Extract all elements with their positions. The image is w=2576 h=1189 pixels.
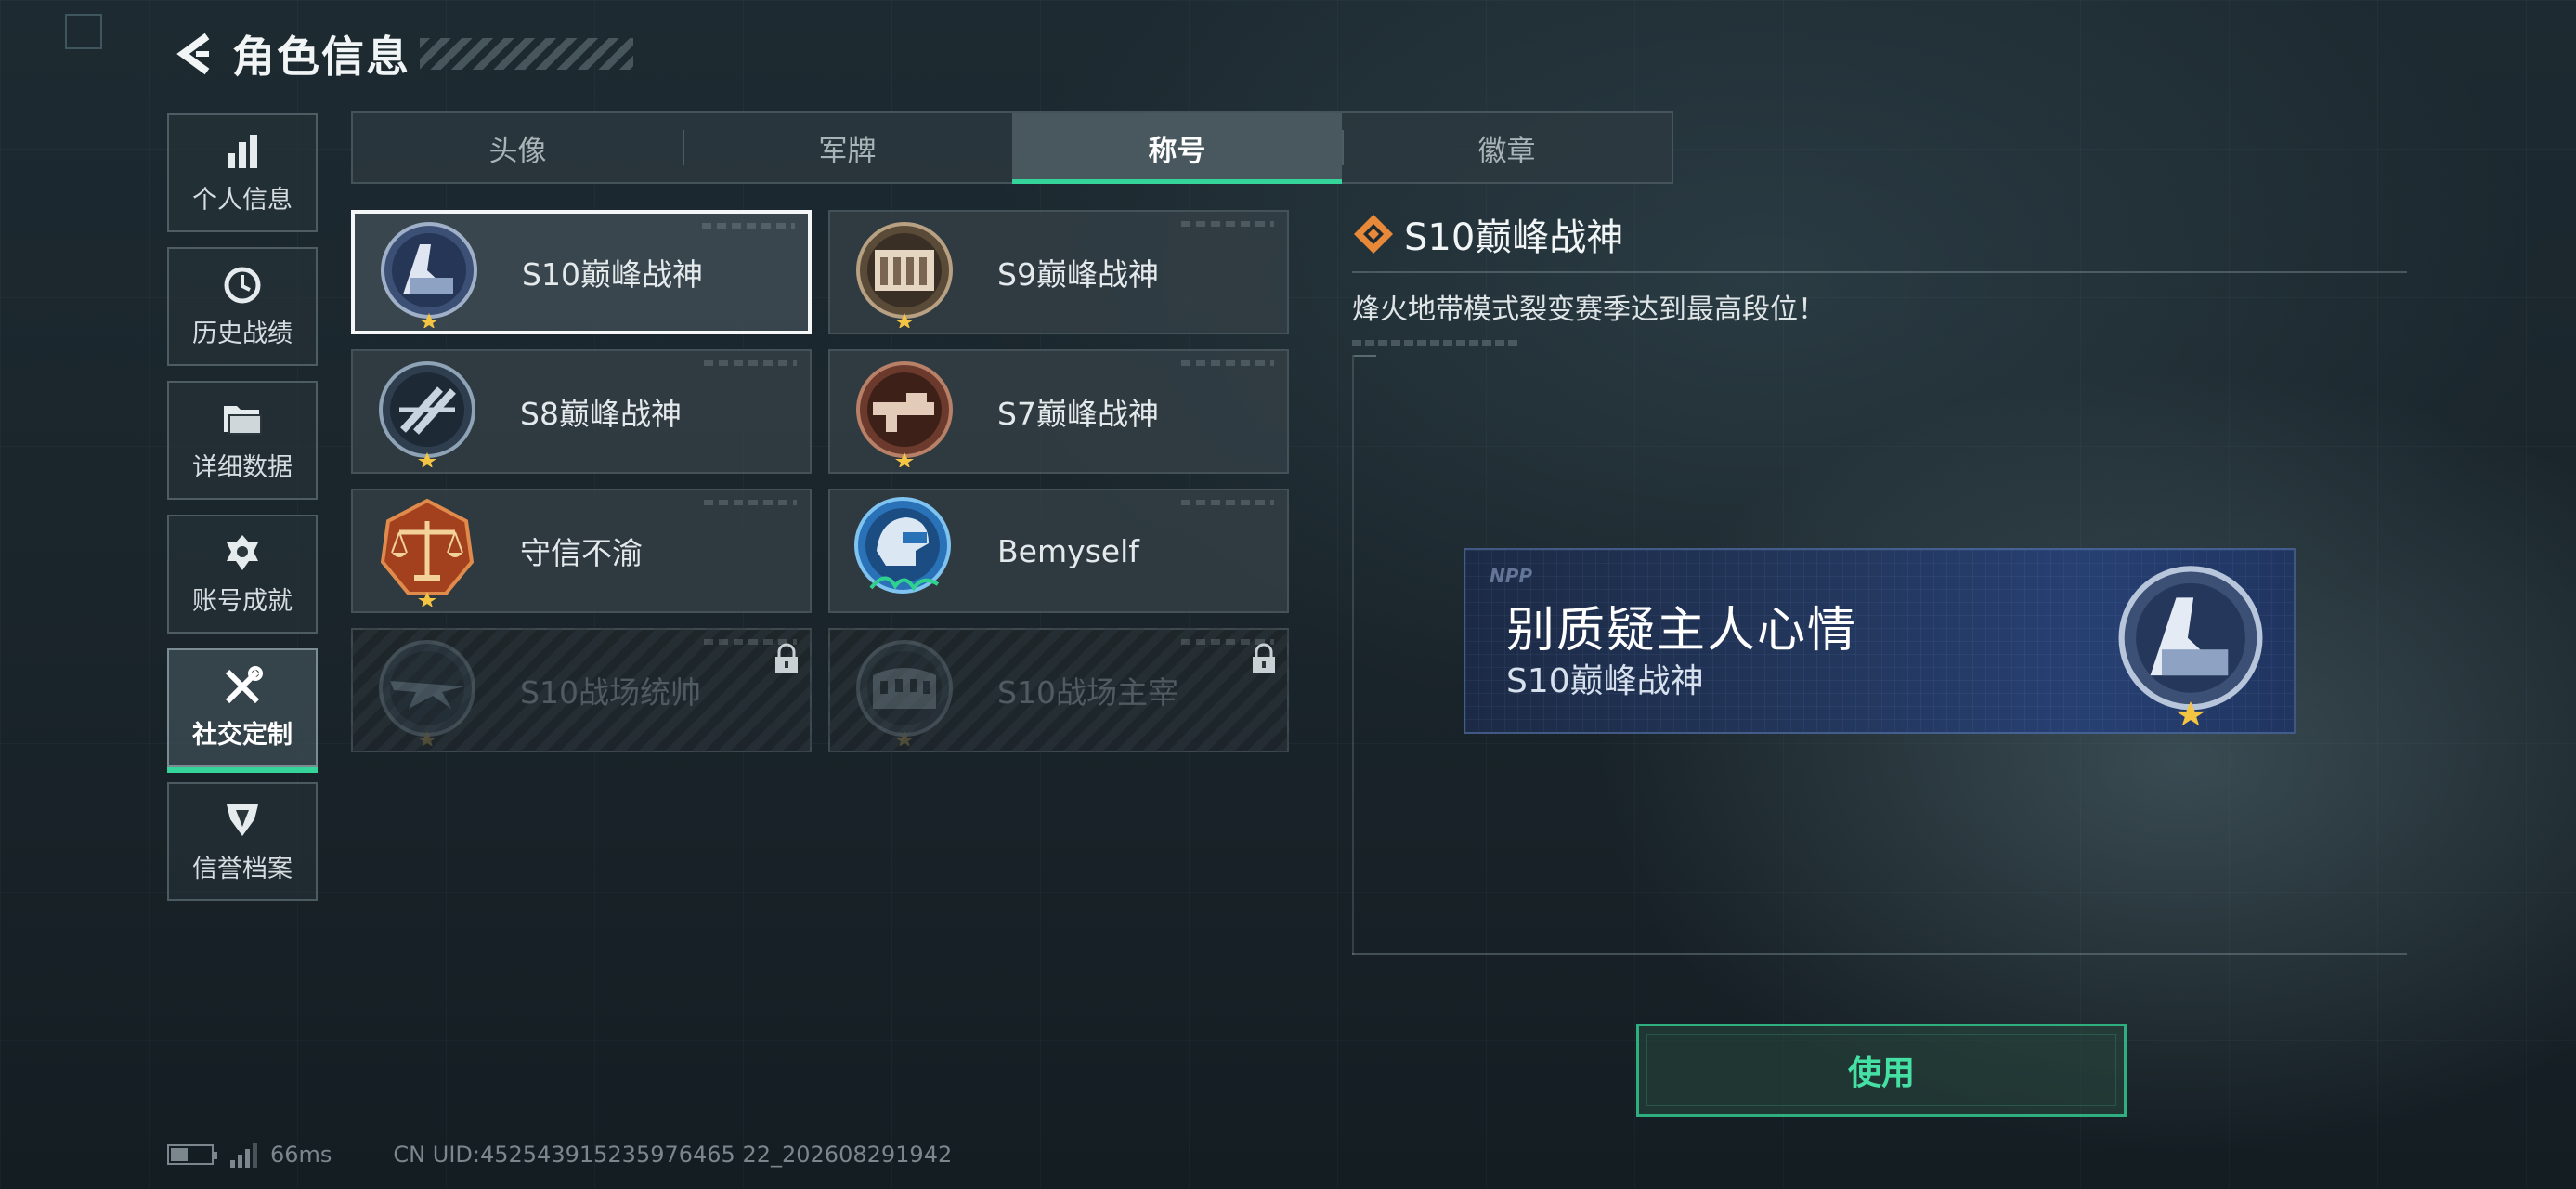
bar-chart-icon (222, 131, 263, 172)
title-detail: S10巅峰战神 烽火地带模式裂变赛季达到最高段位！ (1352, 206, 2407, 346)
title-name: Bemyself (997, 532, 1139, 569)
achievement-icon (222, 532, 263, 573)
status-bar: 66ms CN UID:452543915235976465 22_202608… (167, 1141, 952, 1169)
description-decoration (1352, 340, 1519, 346)
sidebar-item-details[interactable]: 详细数据 (167, 381, 318, 500)
user-uid: CN UID:452543915235976465 22_20260829194… (393, 1142, 953, 1168)
scales-badge-icon (380, 498, 475, 607)
back-arrow-icon (176, 33, 210, 75)
ping-value: 66ms (270, 1142, 332, 1168)
title-name: S10巅峰战神 (522, 256, 703, 293)
title-name: S10战场统帅 (520, 674, 701, 711)
clock-icon (222, 265, 263, 306)
s8-peak-badge-icon (379, 361, 475, 467)
signal-icon (230, 1142, 257, 1168)
detail-title-name: S10巅峰战神 (1404, 216, 1624, 259)
helmet-signature-badge-icon (854, 497, 951, 594)
title-decoration (420, 38, 633, 70)
diamond-icon (1354, 215, 1393, 254)
s10-peak-badge-icon (381, 222, 477, 328)
lock-icon (775, 643, 798, 673)
title-card[interactable]: S10战场统帅 (351, 628, 812, 752)
banner-player-name: 别质疑主人心情 (1506, 603, 1858, 659)
title-banner-preview: NPP 别质疑主人心情 S10巅峰战神 (1464, 548, 2296, 734)
banner-logo: NPP (1490, 565, 1533, 587)
tools-icon (222, 665, 263, 707)
s9-peak-badge-icon (856, 222, 953, 328)
sidebar-item-label: 社交定制 (192, 720, 293, 750)
title-card[interactable]: 守信不渝 (351, 489, 812, 613)
title-name: S9巅峰战神 (997, 256, 1159, 293)
battery-icon (167, 1144, 217, 1165)
tab-title[interactable]: 称号 (1012, 113, 1342, 184)
sidebar-item-reputation[interactable]: 信誉档案 (167, 782, 318, 901)
colosseum-badge-icon (856, 640, 953, 746)
tab-avatar[interactable]: 头像 (353, 113, 683, 182)
sidebar-item-achievements[interactable]: 账号成就 (167, 515, 318, 634)
banner-title-name: S10巅峰战神 (1506, 662, 1704, 700)
sidebar-item-personal-info[interactable]: 个人信息 (167, 113, 318, 232)
title-card[interactable]: Bemyself (828, 489, 1289, 613)
sidebar-item-label: 个人信息 (192, 185, 293, 215)
s7-peak-badge-icon (856, 361, 953, 467)
header: 角色信息 (167, 26, 633, 82)
title-card[interactable]: S10巅峰战神 (351, 210, 812, 334)
detail-description: 烽火地带模式裂变赛季达到最高段位！ (1352, 294, 1826, 326)
back-button[interactable] (167, 28, 219, 80)
sidebar-item-label: 账号成就 (192, 586, 293, 616)
detail-divider (1352, 271, 2407, 273)
title-grid: S10巅峰战神 S9巅峰战神 S8巅峰战神 S7巅峰战神 守信不渝 Bemyse… (351, 210, 1291, 752)
preview-divider (1352, 953, 2407, 955)
title-card[interactable]: S10战场主宰 (828, 628, 1289, 752)
corner-decoration (65, 14, 102, 49)
sidebar-item-label: 历史战绩 (192, 319, 293, 348)
tab-badge[interactable]: 徽章 (1342, 113, 1672, 182)
sidebar-item-history[interactable]: 历史战绩 (167, 247, 318, 366)
aircraft-badge-icon (379, 640, 475, 746)
title-card[interactable]: S9巅峰战神 (828, 210, 1289, 334)
tab-bar: 头像 军牌 称号 徽章 (351, 111, 1673, 184)
detail-header: S10巅峰战神 (1352, 206, 2407, 262)
sidebar-item-label: 信誉档案 (192, 854, 293, 883)
sidebar-item-label: 详细数据 (192, 452, 293, 482)
title-card[interactable]: S7巅峰战神 (828, 349, 1289, 474)
title-name: S10战场主宰 (997, 674, 1178, 711)
title-card[interactable]: S8巅峰战神 (351, 349, 812, 474)
s10-peak-badge-icon (2118, 566, 2263, 726)
lock-icon (1253, 643, 1275, 673)
sidebar: 个人信息 历史战绩 详细数据 账号成就 社交定制 信誉档案 (167, 113, 318, 916)
title-name: 守信不渝 (520, 535, 643, 571)
tab-dogtag[interactable]: 军牌 (683, 113, 1012, 182)
title-name: S8巅峰战神 (520, 396, 682, 432)
page-title: 角色信息 (232, 32, 410, 82)
folder-icon (222, 399, 263, 439)
reputation-icon (222, 800, 263, 841)
sidebar-item-social[interactable]: 社交定制 (167, 648, 318, 773)
title-name: S7巅峰战神 (997, 396, 1159, 432)
use-button[interactable]: 使用 (1636, 1024, 2127, 1117)
